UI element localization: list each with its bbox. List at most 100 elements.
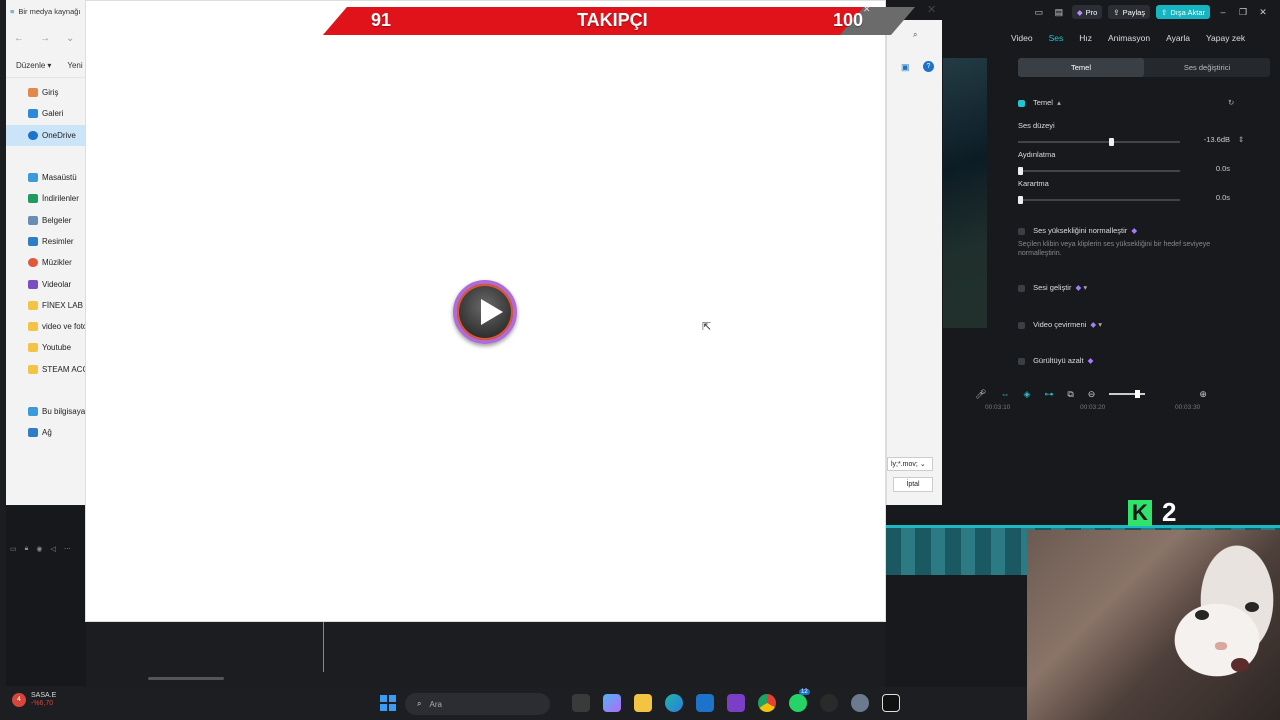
zoom-slider-handle[interactable] — [1135, 390, 1141, 398]
instagram-icon[interactable] — [727, 694, 745, 712]
fadeout-row: 0.0s — [1018, 193, 1270, 206]
normalize-checkbox[interactable] — [1018, 227, 1025, 235]
settings-icon[interactable] — [851, 694, 869, 712]
more-icon[interactable]: ⋯ — [64, 545, 71, 553]
volume-value[interactable]: -13.6dB — [1190, 135, 1234, 148]
fadein-slider-handle[interactable] — [1018, 167, 1023, 175]
timeline-toolbar: 🎤︎ ⇔ ◈ ⊶ ⧉ ⊖ ⊕ — [975, 386, 1275, 402]
sidebar-item-onedrive[interactable]: OneDrive — [6, 124, 91, 146]
whatsapp-icon[interactable]: 12 — [789, 689, 810, 712]
edge-icon[interactable] — [665, 694, 683, 712]
chevron-up-icon[interactable]: ▴ — [1057, 98, 1061, 107]
sidebar-item-home[interactable]: Giriş — [6, 82, 91, 103]
taskbar-search[interactable]: ⌕ Ara — [405, 693, 550, 715]
sidebar-item-video-foto[interactable]: video ve foto — [6, 316, 91, 337]
sidebar-item-desktop[interactable]: Masaüstü — [6, 167, 91, 188]
subtab-basic[interactable]: Temel — [1018, 58, 1144, 77]
file-type-filter[interactable]: ly;*.mov; ⌄ — [887, 457, 933, 471]
fadeout-slider[interactable] — [1018, 196, 1180, 204]
sidebar-item-this-pc[interactable]: Bu bilgisayar — [6, 401, 91, 422]
fadein-value[interactable]: 0.0s — [1190, 164, 1234, 177]
file-explorer-icon[interactable] — [634, 694, 652, 712]
split-icon[interactable]: ⊶ — [1044, 389, 1053, 400]
timeline-playhead[interactable] — [323, 622, 324, 672]
close-icon[interactable]: ✕ — [1256, 7, 1270, 18]
share-icon: ⇪ — [1113, 7, 1120, 17]
explorer-titlebar: ≡ Bir medya kaynağı — [6, 0, 91, 22]
sidebar-item-finex-lab[interactable]: FİNEX LAB — [6, 295, 91, 316]
tab-ai[interactable]: Yapay zek — [1206, 33, 1245, 43]
chrome-icon[interactable] — [758, 694, 776, 712]
lock-icon[interactable]: 🔒︎ — [25, 545, 29, 553]
fadein-slider[interactable] — [1018, 167, 1180, 175]
fadeout-slider-handle[interactable] — [1018, 196, 1023, 204]
view-icon[interactable]: ▣ — [901, 62, 910, 73]
outlook-icon[interactable] — [696, 694, 714, 712]
tab-adjust[interactable]: Ayarla — [1166, 33, 1190, 43]
sidebar-item-videos[interactable]: Videolar — [6, 273, 91, 294]
zoom-in-icon[interactable]: ⊕ — [1199, 389, 1207, 400]
horizontal-scrollbar[interactable] — [148, 677, 224, 680]
restore-icon[interactable]: ❐ — [1236, 7, 1250, 18]
layout-icon[interactable]: ▭ — [1032, 7, 1046, 18]
sidebar-item-documents[interactable]: Belgeler — [6, 209, 91, 230]
close-icon[interactable]: ✕ — [863, 4, 871, 15]
forward-icon[interactable]: → — [40, 33, 50, 44]
obs-icon[interactable] — [820, 694, 838, 712]
back-icon[interactable]: ← — [14, 33, 24, 44]
share-button[interactable]: ⇪ Paylaş — [1108, 5, 1151, 19]
track-icon[interactable]: ▭ — [10, 545, 17, 553]
minimize-icon[interactable]: – — [1216, 7, 1230, 17]
sidebar-item-youtube[interactable]: Youtube — [6, 337, 91, 358]
chevron-down-icon[interactable]: ▾ — [1083, 283, 1087, 292]
filmora-icon[interactable] — [882, 694, 900, 712]
tab-speed[interactable]: Hız — [1079, 33, 1092, 43]
sidebar-item-network[interactable]: Ağ — [6, 422, 91, 443]
chevron-down-icon[interactable]: ▾ — [1098, 320, 1102, 329]
sidebar-item-pictures[interactable]: Resimler — [6, 231, 91, 252]
eye-icon[interactable]: ◉ — [36, 545, 42, 553]
denoise-checkbox[interactable] — [1018, 357, 1025, 365]
basic-checkbox[interactable] — [1018, 99, 1025, 107]
task-view-icon[interactable] — [572, 694, 590, 712]
tab-audio[interactable]: Ses — [1049, 33, 1064, 43]
cancel-button[interactable]: İptal — [893, 477, 933, 492]
ruler-tick: 00:03:20 — [1080, 404, 1106, 411]
computer-icon — [28, 407, 38, 416]
ai-audio-icon[interactable]: ◈ — [1023, 389, 1030, 400]
windows-start-icon[interactable] — [380, 695, 396, 711]
tab-animation[interactable]: Animasyon — [1108, 33, 1150, 43]
reset-icon[interactable]: ↻ — [1228, 98, 1234, 107]
sidebar-item-gallery[interactable]: Galeri — [6, 103, 91, 124]
stepper-icon[interactable]: ⇕ — [1238, 135, 1244, 144]
subtab-voice-changer[interactable]: Ses değiştirici — [1144, 58, 1270, 77]
tab-video[interactable]: Video — [1011, 33, 1033, 43]
new-folder-button[interactable]: Yeni — [67, 61, 82, 70]
zoom-out-icon[interactable]: ⊖ — [1088, 389, 1096, 400]
enhance-checkbox[interactable] — [1018, 284, 1025, 292]
fadeout-value[interactable]: 0.0s — [1190, 193, 1234, 206]
sidebar-item-steam[interactable]: STEAM ACC — [6, 359, 91, 380]
copilot-icon[interactable] — [603, 694, 621, 712]
cat-nose — [1215, 642, 1227, 650]
organize-button[interactable]: Düzenle — [16, 61, 45, 70]
basic-section-header: Temel ▴ ↻ — [1018, 98, 1270, 107]
mic-icon[interactable]: 🎤︎ — [975, 389, 986, 400]
translate-checkbox[interactable] — [1018, 321, 1025, 329]
sidebar-item-downloads[interactable]: İndirilenler — [6, 188, 91, 209]
export-button[interactable]: ⇧ Dışa Aktar — [1156, 5, 1210, 19]
close-icon[interactable]: ✕ — [927, 3, 936, 16]
volume-slider-handle[interactable] — [1109, 138, 1114, 146]
help-icon[interactable]: ? — [923, 61, 934, 72]
chevron-down-icon[interactable]: ⌄ — [66, 33, 74, 44]
crop-icon[interactable]: ⧉ — [1067, 389, 1073, 400]
volume-slider[interactable] — [1018, 138, 1180, 146]
zoom-slider[interactable] — [1109, 390, 1146, 398]
pro-button[interactable]: ◆ Pro — [1071, 5, 1103, 19]
play-button[interactable] — [453, 280, 517, 344]
message-icon[interactable]: ▤ — [1052, 7, 1066, 18]
sidebar-item-music[interactable]: Müzikler — [6, 252, 91, 273]
speaker-icon[interactable]: ◁ — [50, 545, 55, 553]
stock-widget[interactable]: 4 SASA.E -%6,70 — [12, 692, 56, 708]
link-icon[interactable]: ⇔ — [1000, 389, 1009, 399]
